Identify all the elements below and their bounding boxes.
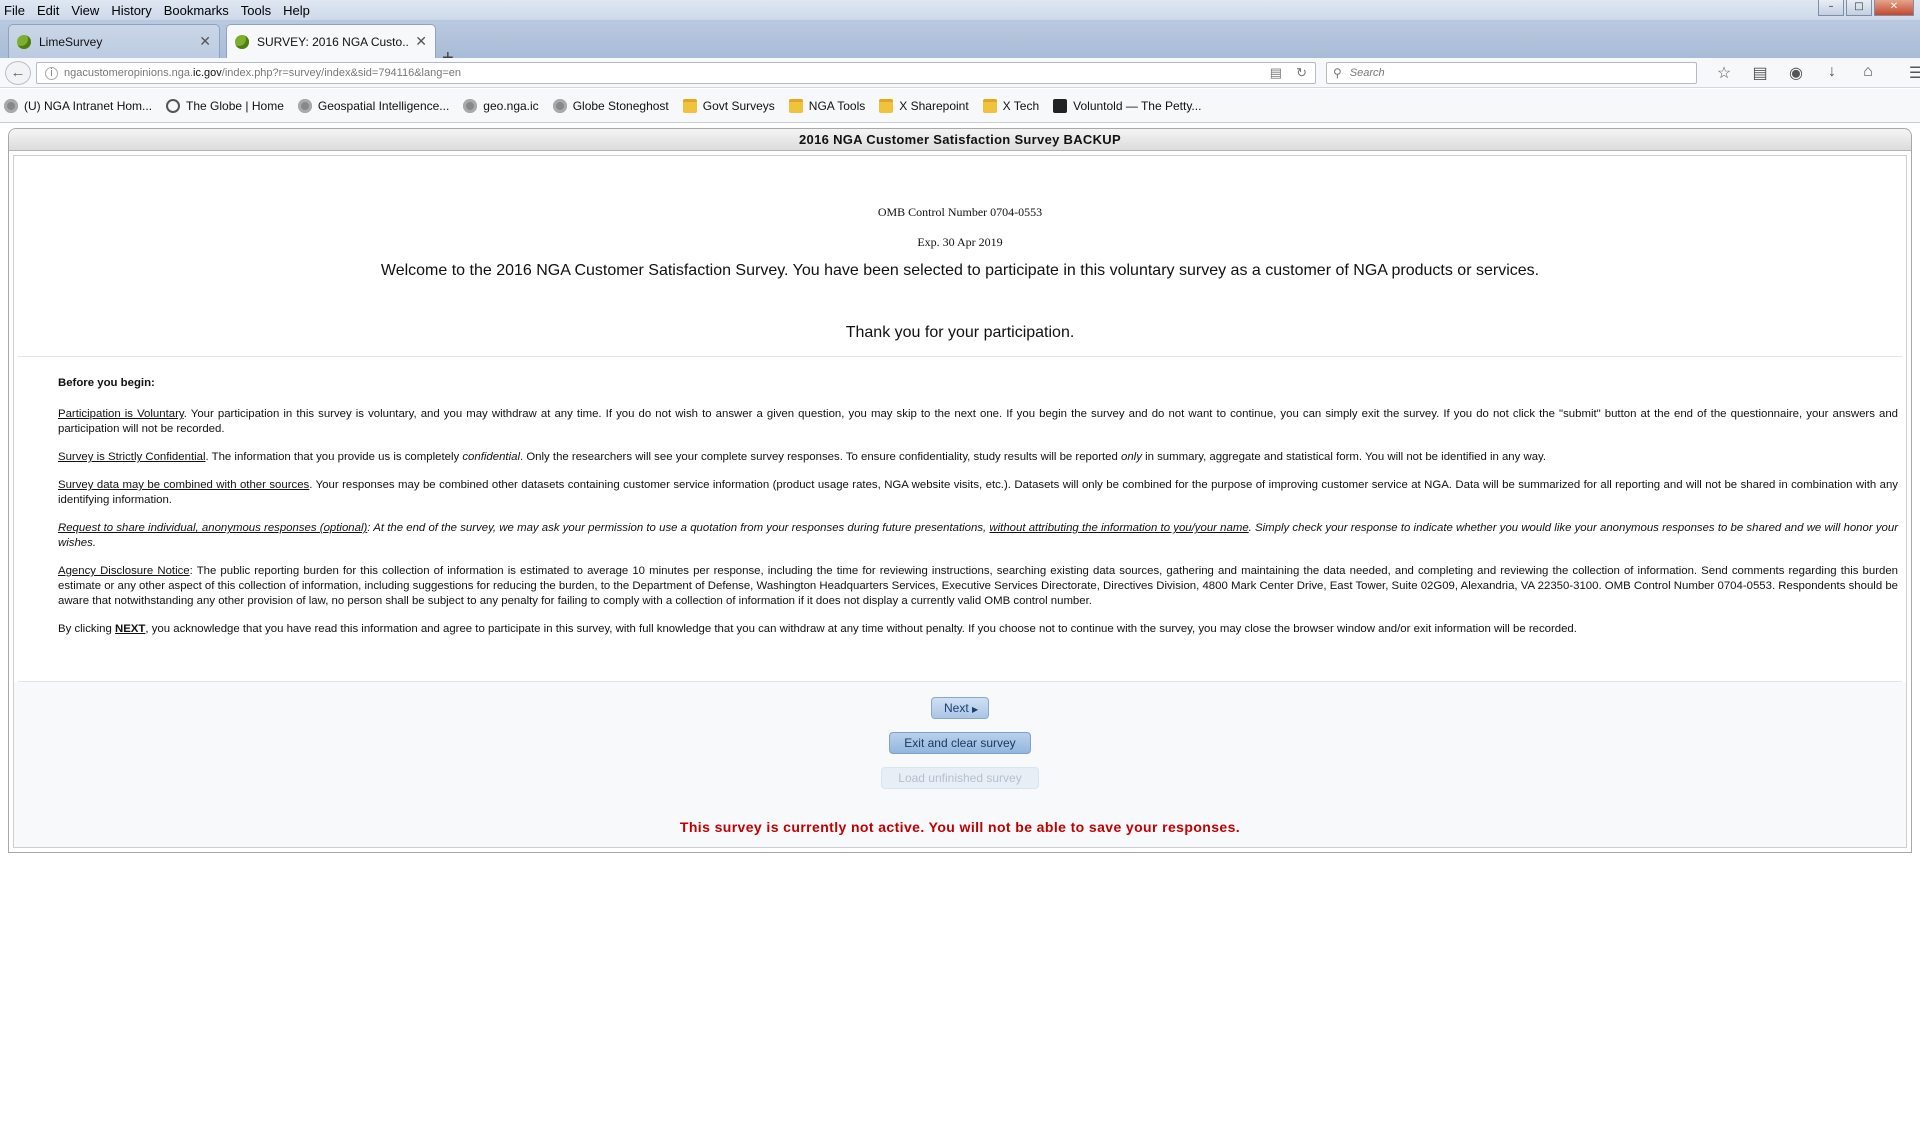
bookmarks-toolbar: (U) NGA Intranet Hom... The Globe | Home… [0,89,1920,123]
bookmark-item[interactable]: (U) NGA Intranet Hom... [4,98,153,113]
menu-bar: File Edit View History Bookmarks Tools H… [0,0,1920,20]
menu-file[interactable]: File [0,3,31,18]
tab-label: SURVEY: 2016 NGA Custo... [257,34,410,49]
url-icons: ▤ ↻ [1270,65,1307,81]
bookmark-folder[interactable]: Govt Surveys [682,98,775,113]
minimize-icon[interactable]: – [1818,0,1844,16]
folder-icon [682,98,697,113]
anonymous-responses-paragraph: Request to share individual, anonymous r… [58,522,1898,549]
folder-icon [982,98,997,113]
bookmark-label: Voluntold — The Petty... [1073,98,1202,113]
caret-right-icon: ▶ [972,705,979,714]
address-bar[interactable]: i ngacustomeropinions.nga.ic.gov/index.p… [36,62,1316,84]
bookmark-label: X Tech [1002,98,1040,113]
g-logo-icon [166,98,181,113]
download-icon[interactable]: ↓ [1814,63,1850,83]
reader-view-icon[interactable]: ▤ [1270,65,1282,81]
menu-help[interactable]: Help [277,3,316,18]
close-window-icon[interactable]: ✕ [1874,0,1914,16]
survey-inactive-warning: This survey is currently not active. You… [679,819,1241,835]
limesurvey-favicon-icon [235,34,249,49]
omb-control-number: OMB Control Number 0704-0553 [877,205,1043,219]
survey-navigation: Next ▶ Exit and clear survey Load unfini… [14,682,1906,847]
bookmark-item[interactable]: geo.nga.ic [463,98,539,113]
globe-icon [463,98,478,113]
section-divider [18,356,1902,357]
confidential-paragraph: Survey is Strictly Confidential. The inf… [58,451,1547,463]
search-box[interactable]: ⚲ [1326,62,1697,84]
folder-icon [788,98,803,113]
combined-data-paragraph: Survey data may be combined with other s… [58,479,1898,506]
window-controls: – □ ✕ [1818,0,1914,16]
agency-disclosure-paragraph: Agency Disclosure Notice: The public rep… [58,565,1898,607]
survey-page: 2016 NGA Customer Satisfaction Survey BA… [8,128,1912,853]
bookmark-label: X Sharepoint [899,98,969,113]
bookmark-label: Globe Stoneghost [572,98,669,113]
bookmark-label: Geospatial Intelligence... [317,98,450,113]
participation-paragraph: Participation is Voluntary. Your partici… [58,408,1898,435]
globe-icon [4,98,18,113]
reload-icon[interactable]: ↻ [1296,65,1307,81]
search-input[interactable] [1347,66,1648,80]
tab-label: LimeSurvey [39,34,103,49]
toolbar-icons: ☆ ▤ ◉ ↓ ⌂ ☰ [1706,63,1920,83]
load-unfinished-survey-button[interactable]: Load unfinished survey [881,767,1039,789]
back-arrow-icon[interactable]: ← [5,61,31,85]
bookmark-folder[interactable]: X Sharepoint [879,98,969,113]
globe-icon [552,98,567,113]
thank-you-message: Thank you for your participation. [845,324,1075,341]
menu-view[interactable]: View [65,3,105,18]
bookmark-label: The Globe | Home [186,98,284,113]
tab-limesurvey[interactable]: LimeSurvey ✕ [8,24,220,58]
bookmark-item[interactable]: Geospatial Intelligence... [297,98,450,113]
menu-history[interactable]: History [105,3,157,18]
next-button[interactable]: Next ▶ [931,697,989,719]
limesurvey-favicon-icon [17,34,31,49]
home-icon[interactable]: ⌂ [1850,63,1886,83]
survey-title: 2016 NGA Customer Satisfaction Survey BA… [9,129,1911,151]
navigation-bar: ← i ngacustomeropinions.nga.ic.gov/index… [0,58,1920,88]
menu-hamburger-icon[interactable]: ☰ [1898,63,1920,83]
info-icon[interactable]: i [45,66,58,80]
disclosure-section: Before you begin: Participation is Volun… [58,376,1898,650]
bookmark-item[interactable]: Voluntold — The Petty... [1053,98,1202,113]
close-tab-icon[interactable]: ✕ [199,33,211,50]
welcome-message: Welcome to the 2016 NGA Customer Satisfa… [380,262,1540,279]
bookmark-star-icon[interactable]: ☆ [1706,63,1742,83]
menu-bookmarks[interactable]: Bookmarks [158,3,235,18]
url-text: ngacustomeropinions.nga.ic.gov/index.php… [64,67,462,79]
tab-bar: LimeSurvey ✕ SURVEY: 2016 NGA Custo... ✕… [0,20,1920,68]
pocket-icon[interactable]: ◉ [1778,63,1814,83]
bookmarks-library-icon[interactable]: ▤ [1742,63,1778,83]
search-icon: ⚲ [1333,66,1342,80]
exit-and-clear-survey-button[interactable]: Exit and clear survey [889,732,1031,754]
bookmark-item[interactable]: The Globe | Home [166,98,284,113]
next-label: Next [944,701,969,715]
bookmark-label: Govt Surveys [702,98,775,113]
close-tab-icon[interactable]: ✕ [415,33,427,50]
bookmark-folder[interactable]: NGA Tools [788,98,866,113]
acknowledgement-paragraph: By clicking NEXT, you acknowledge that y… [58,623,1577,635]
menu-tools[interactable]: Tools [235,3,277,18]
globe-icon [297,98,312,113]
tab-survey[interactable]: SURVEY: 2016 NGA Custo... ✕ [226,24,436,58]
bookmark-label: (U) NGA Intranet Hom... [24,98,153,113]
survey-content: OMB Control Number 0704-0553 Exp. 30 Apr… [13,155,1907,848]
expiration-date: Exp. 30 Apr 2019 [917,235,1003,249]
welcome-section: OMB Control Number 0704-0553 Exp. 30 Apr… [14,156,1906,356]
menu-edit[interactable]: Edit [31,3,65,18]
bookmark-item[interactable]: Globe Stoneghost [552,98,669,113]
folder-icon [879,98,894,113]
before-you-begin-heading: Before you begin: [58,377,155,389]
bookmark-label: NGA Tools [808,98,866,113]
maximize-icon[interactable]: □ [1846,0,1872,16]
bookmark-folder[interactable]: X Tech [982,98,1040,113]
voluntold-logo-icon [1053,98,1068,113]
bookmark-label: geo.nga.ic [483,98,539,113]
